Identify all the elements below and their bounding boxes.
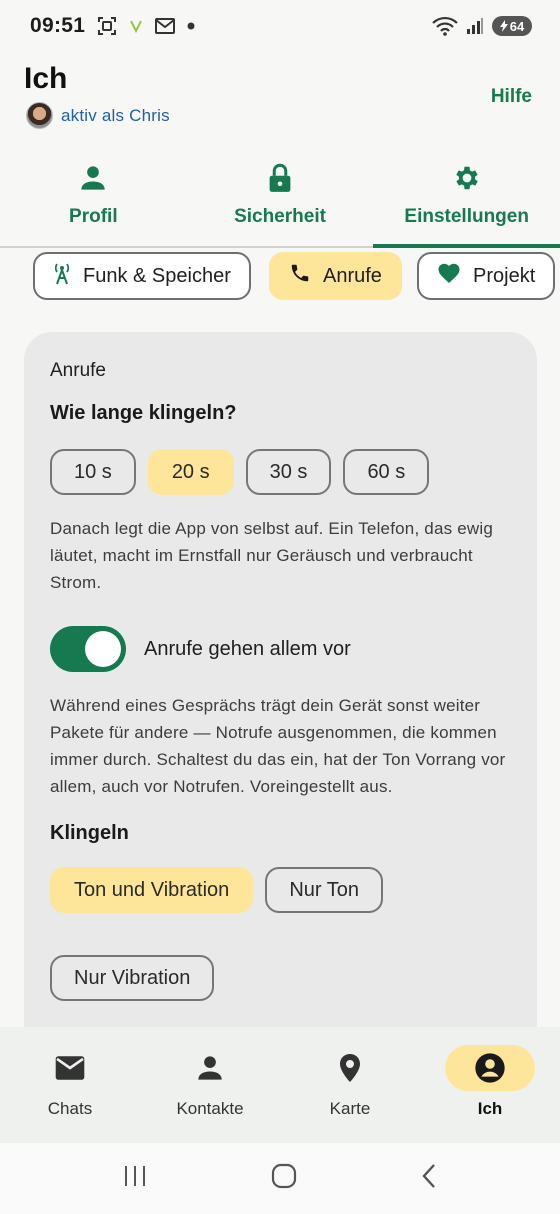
toggle-knob — [85, 631, 121, 667]
priority-toggle-label: Anrufe gehen allem vor — [144, 637, 351, 660]
person-icon — [79, 162, 107, 194]
chip-label: Anrufe — [323, 264, 382, 287]
ringing-vibration-only[interactable]: Nur Vibration — [50, 955, 215, 1001]
ring-duration-selector: 10 s 20 s 30 s 60 s — [50, 449, 511, 495]
home-icon[interactable] — [271, 1163, 297, 1194]
ring-duration-help: Danach legt die App von selbst auf. Ein … — [50, 519, 493, 592]
mail-icon — [155, 18, 176, 34]
mail-icon — [25, 1045, 115, 1091]
user-status: aktiv als Chris — [26, 102, 170, 129]
tab-label: Einstellungen — [404, 206, 529, 227]
screenshot-icon — [97, 16, 117, 36]
tab-bar: Profil Sicherheit Einstellungen — [0, 152, 560, 248]
battery-level: 64 — [509, 18, 525, 34]
calls-settings-card: Anrufe Wie lange klingeln? 10 s 20 s 30 … — [24, 332, 537, 1052]
ring-duration-20s[interactable]: 20 s — [147, 449, 234, 495]
settings-category-chips: Funk & Speicher Anrufe Projekt — [0, 252, 560, 302]
tab-sicherheit[interactable]: Sicherheit — [187, 152, 374, 246]
page-header: Ich aktiv als Chris Hilfe — [0, 52, 560, 142]
ringing-sound-only[interactable]: Nur Ton — [265, 867, 383, 913]
phone-icon — [289, 262, 311, 290]
chip-anrufe[interactable]: Anrufe — [269, 252, 402, 300]
chip-projekt[interactable]: Projekt — [417, 252, 556, 300]
nav-label: Ich — [477, 1099, 503, 1118]
system-navigation-bar — [0, 1143, 560, 1214]
priority-toggle[interactable] — [50, 626, 126, 672]
nav-kontakte[interactable]: Kontakte — [145, 1045, 275, 1143]
wifi-icon — [432, 16, 458, 36]
help-button[interactable]: Hilfe — [491, 86, 532, 108]
dot-icon — [187, 22, 195, 30]
tab-label: Profil — [69, 206, 118, 227]
ring-duration-30s[interactable]: 30 s — [245, 449, 332, 495]
recent-apps-icon[interactable] — [122, 1164, 148, 1193]
ring-duration-10s[interactable]: 10 s — [50, 449, 136, 495]
chip-label: Projekt — [473, 264, 536, 287]
account-circle-icon — [445, 1045, 535, 1091]
ring-duration-60s[interactable]: 60 s — [343, 449, 430, 495]
ring-duration-question: Wie lange klingeln? — [50, 402, 237, 424]
signal-icon — [466, 17, 484, 35]
status-time: 09:51 — [30, 14, 86, 37]
back-icon[interactable] — [420, 1163, 438, 1194]
bottom-navigation: Chats Kontakte Karte Ich — [0, 1027, 560, 1143]
battery-icon: 64 — [492, 16, 532, 36]
tab-profil[interactable]: Profil — [0, 152, 187, 246]
ringing-title: Klingeln — [50, 822, 129, 844]
status-bar: 09:51 64 — [0, 0, 560, 52]
ringing-mode-selector: Ton und Vibration Nur Ton Nur Vibration — [50, 867, 511, 1001]
nav-label: Chats — [47, 1099, 93, 1118]
nav-chats[interactable]: Chats — [5, 1045, 135, 1143]
vpn-icon — [129, 19, 143, 33]
chip-label: Funk & Speicher — [83, 264, 231, 287]
antenna-icon — [53, 261, 71, 291]
section-title: Anrufe — [50, 360, 106, 381]
priority-toggle-row: Anrufe gehen allem vor — [50, 626, 511, 672]
ringing-sound-vibration[interactable]: Ton und Vibration — [50, 867, 254, 913]
tab-einstellungen[interactable]: Einstellungen — [373, 152, 560, 248]
page-title: Ich — [24, 62, 68, 95]
user-status-text: aktiv als Chris — [61, 105, 170, 125]
gear-icon — [452, 162, 482, 194]
nav-label: Karte — [329, 1099, 371, 1118]
nav-label: Kontakte — [176, 1099, 244, 1118]
nav-karte[interactable]: Karte — [285, 1045, 415, 1143]
avatar — [26, 102, 53, 129]
lock-icon — [266, 162, 294, 194]
tab-label: Sicherheit — [234, 206, 326, 227]
person-icon — [165, 1045, 255, 1091]
map-pin-icon — [305, 1045, 395, 1091]
nav-ich[interactable]: Ich — [425, 1045, 555, 1143]
priority-help: Während eines Gesprächs trägt dein Gerät… — [50, 696, 506, 796]
chip-funk-speicher[interactable]: Funk & Speicher — [33, 252, 251, 300]
heart-icon — [437, 262, 461, 290]
